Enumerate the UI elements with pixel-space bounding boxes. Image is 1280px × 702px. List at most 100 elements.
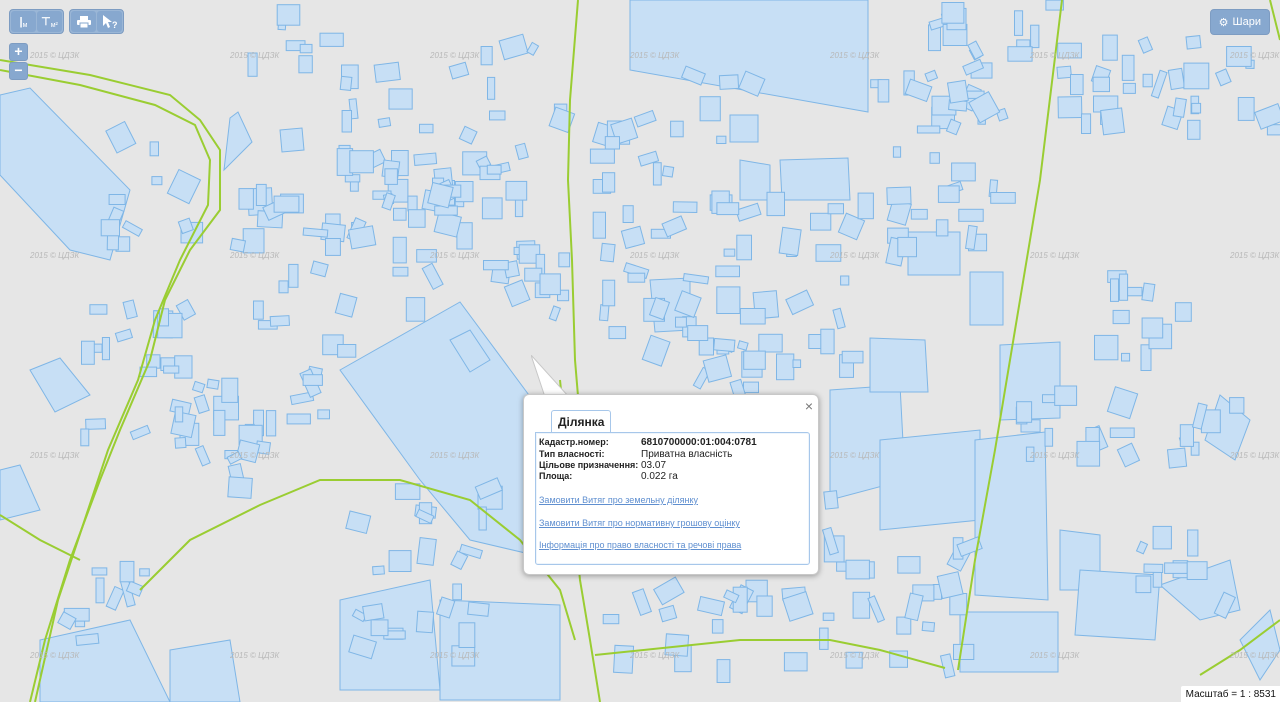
parcel[interactable] xyxy=(1135,575,1152,594)
parcel[interactable] xyxy=(1172,97,1187,118)
parcel[interactable] xyxy=(910,208,928,220)
parcel[interactable] xyxy=(1030,24,1040,49)
parcel[interactable] xyxy=(341,110,353,133)
parcel[interactable] xyxy=(736,234,752,261)
parcel[interactable] xyxy=(921,621,936,633)
parcel[interactable] xyxy=(1092,76,1110,93)
parcel[interactable] xyxy=(845,559,870,580)
parcel[interactable] xyxy=(716,135,727,144)
parcel[interactable] xyxy=(822,612,835,621)
parcel[interactable] xyxy=(1185,35,1202,50)
parcel[interactable] xyxy=(589,148,615,164)
parcel[interactable] xyxy=(857,192,874,220)
tab-parcel[interactable]: Ділянка xyxy=(551,410,612,432)
parcel[interactable] xyxy=(89,304,108,315)
parcel[interactable] xyxy=(718,74,740,90)
parcel[interactable] xyxy=(739,308,766,325)
parcel[interactable] xyxy=(408,209,426,228)
parcel[interactable] xyxy=(388,88,413,110)
parcel[interactable] xyxy=(756,595,773,617)
parcel[interactable] xyxy=(598,304,610,322)
parcel[interactable] xyxy=(892,146,902,158)
parcel[interactable] xyxy=(929,152,940,164)
parcel[interactable] xyxy=(416,536,437,566)
parcel[interactable] xyxy=(221,377,239,403)
parcel[interactable] xyxy=(480,46,493,66)
parcel[interactable] xyxy=(1057,96,1083,119)
parcel[interactable] xyxy=(604,136,620,150)
parcel[interactable] xyxy=(85,418,107,430)
parcel[interactable] xyxy=(273,195,300,213)
parcel[interactable] xyxy=(916,125,941,134)
parcel[interactable] xyxy=(1152,525,1172,550)
parcel[interactable] xyxy=(298,55,313,74)
parcel[interactable] xyxy=(317,409,330,420)
parcel[interactable] xyxy=(1007,46,1033,62)
parcel[interactable] xyxy=(810,212,832,231)
parcel[interactable] xyxy=(840,275,850,286)
parcel[interactable] xyxy=(716,659,731,683)
parcel[interactable] xyxy=(325,238,341,256)
parcel[interactable] xyxy=(1187,529,1199,557)
parcel[interactable] xyxy=(524,267,543,282)
parcel[interactable] xyxy=(711,619,724,634)
identify-button[interactable]: ? xyxy=(97,11,122,32)
parcel[interactable] xyxy=(652,162,662,186)
parcel[interactable] xyxy=(1056,65,1072,80)
parcel[interactable] xyxy=(1076,440,1101,467)
parcel[interactable] xyxy=(687,325,709,342)
order-land-extract-link[interactable]: Замовити Витяг про земельну ділянку xyxy=(539,495,698,505)
parcel[interactable] xyxy=(1100,107,1126,136)
parcel[interactable] xyxy=(852,591,871,619)
parcel[interactable] xyxy=(206,378,220,390)
parcel[interactable] xyxy=(370,619,389,637)
parcel[interactable] xyxy=(1183,62,1210,90)
parcel[interactable] xyxy=(896,616,912,635)
parcel[interactable] xyxy=(675,316,687,328)
parcel[interactable] xyxy=(75,633,100,647)
parcel[interactable] xyxy=(792,359,802,368)
parcel[interactable] xyxy=(174,406,184,423)
parcel[interactable] xyxy=(766,191,785,217)
measure-distance-button[interactable]: | м xyxy=(11,11,36,32)
cadastral-map[interactable]: 2015 © ЦДЗК 2015 © ЦДЗК 2015 © ЦДЗК 2015 © … xyxy=(0,0,1280,702)
parcel[interactable] xyxy=(558,252,571,268)
parcel[interactable] xyxy=(229,237,247,253)
parcel[interactable] xyxy=(937,185,960,203)
parcel[interactable] xyxy=(427,181,454,209)
parcel[interactable] xyxy=(715,265,740,278)
parcel[interactable] xyxy=(419,123,434,134)
parcel[interactable] xyxy=(302,227,329,238)
parcel[interactable] xyxy=(661,165,675,178)
parcel[interactable] xyxy=(288,263,299,288)
measure-area-button[interactable]: ⊤ м² xyxy=(37,11,62,32)
parcel[interactable] xyxy=(716,202,740,216)
parcel[interactable] xyxy=(622,205,634,223)
parcel[interactable] xyxy=(1014,10,1024,36)
parcel[interactable] xyxy=(405,297,426,322)
parcel[interactable] xyxy=(413,152,438,167)
parcel[interactable] xyxy=(319,32,344,47)
parcel[interactable] xyxy=(452,583,462,601)
parcel[interactable] xyxy=(91,567,108,576)
parcel[interactable] xyxy=(819,627,829,650)
parcel[interactable] xyxy=(1174,302,1192,322)
parcel[interactable] xyxy=(1143,563,1164,574)
parcel[interactable] xyxy=(1081,113,1092,135)
parcel[interactable] xyxy=(946,79,969,104)
parcel[interactable] xyxy=(278,280,289,294)
parcel[interactable] xyxy=(1127,286,1143,297)
parcel[interactable] xyxy=(841,350,864,364)
parcel[interactable] xyxy=(936,571,964,600)
zoom-out-button[interactable]: − xyxy=(9,62,28,80)
zoom-in-button[interactable]: + xyxy=(9,43,28,61)
parcel[interactable] xyxy=(1122,82,1136,94)
layers-button[interactable]: ⚙ Шари xyxy=(1209,9,1270,35)
parcel[interactable] xyxy=(458,622,476,648)
parcel[interactable] xyxy=(170,410,197,439)
parcel[interactable] xyxy=(373,61,401,83)
parcel[interactable] xyxy=(1016,401,1033,423)
parcel[interactable] xyxy=(1179,424,1195,447)
parcel[interactable] xyxy=(602,172,616,193)
parcel[interactable] xyxy=(1167,67,1186,91)
